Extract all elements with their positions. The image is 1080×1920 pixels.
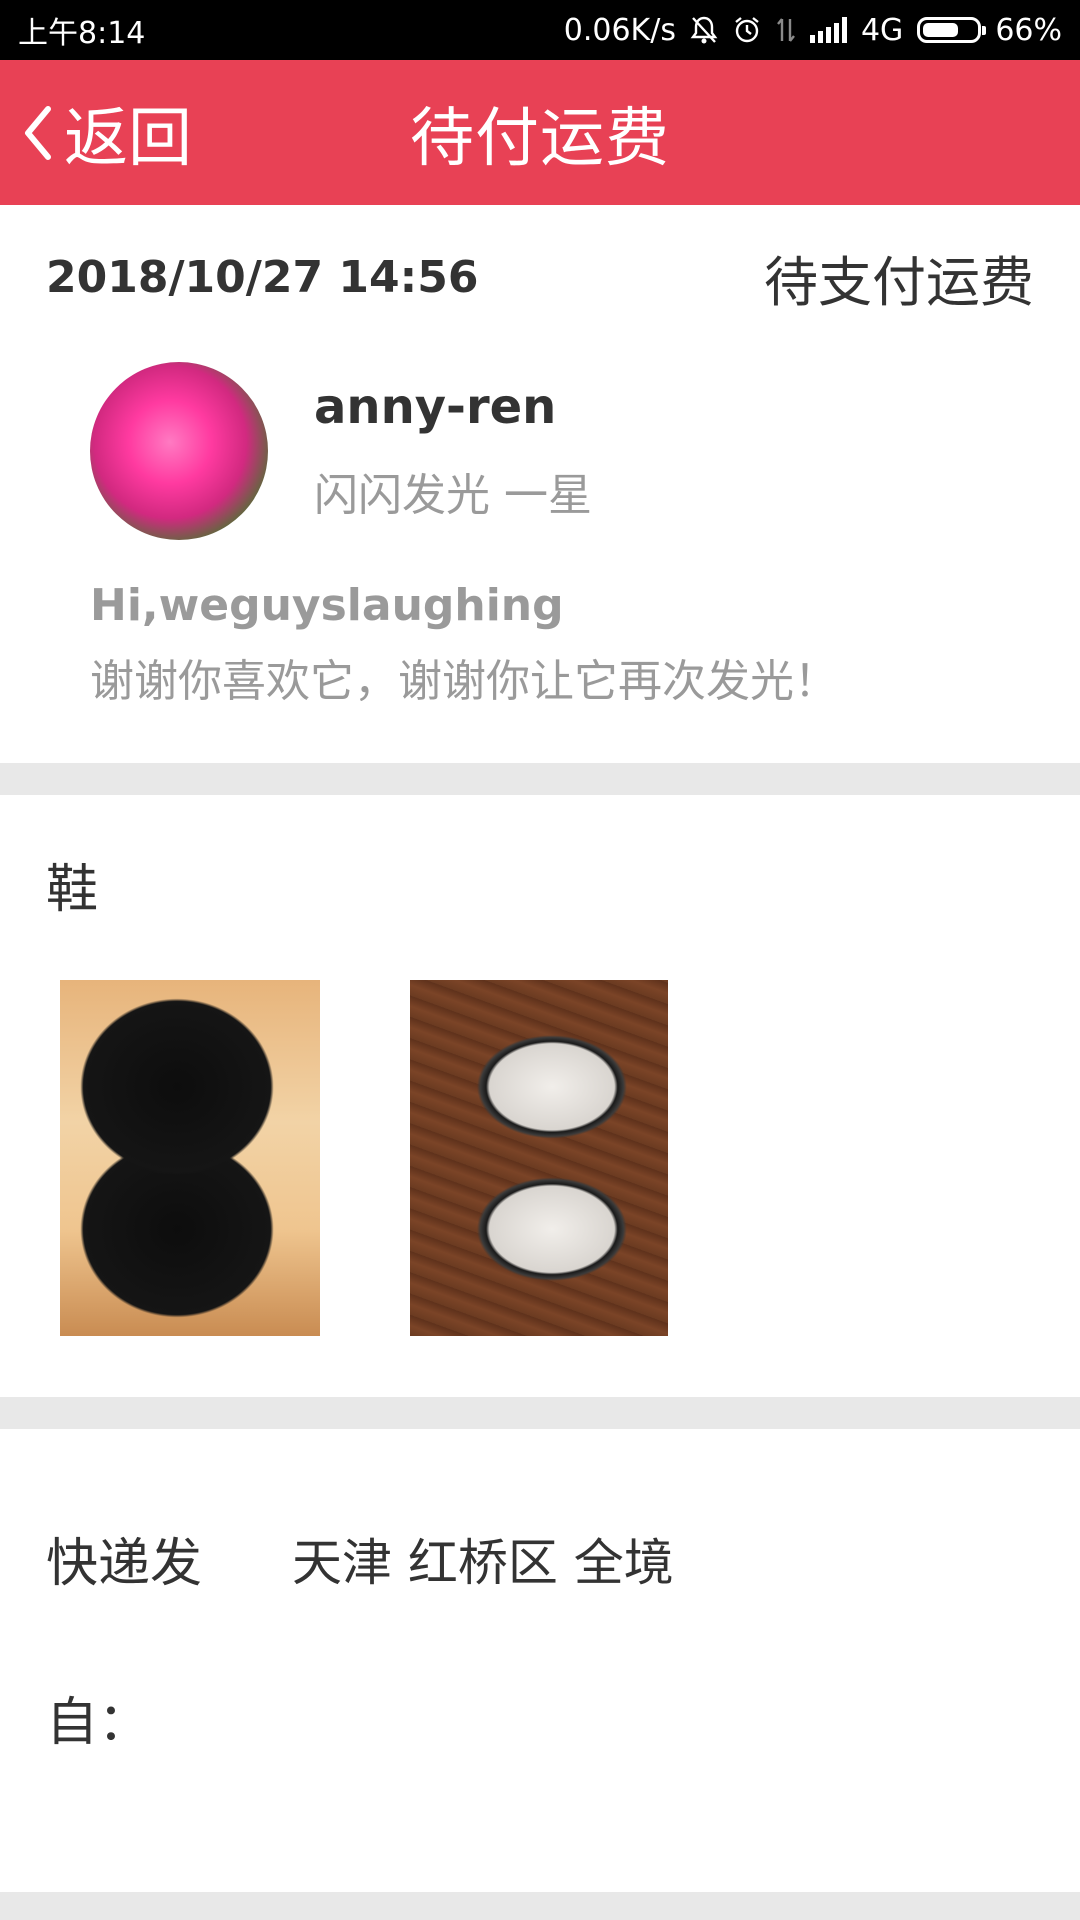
section-divider (0, 1892, 1080, 1920)
mute-bell-icon (690, 15, 718, 45)
order-info-row: 2018/10/27 14:56 待支付运费 (0, 205, 1080, 350)
battery-percent: 66% (995, 12, 1062, 48)
items-section: 鞋 (0, 795, 1080, 1397)
status-time: 上午8:14 (18, 16, 146, 51)
battery-icon (917, 17, 987, 43)
shipping-method-label: 快递发 (46, 1534, 203, 1594)
seller-rank: 闪闪发光 一星 (314, 470, 592, 521)
item-photos (46, 980, 1034, 1336)
order-datetime: 2018/10/27 14:56 (46, 252, 479, 303)
greeting-recipient: Hi,weguyslaughing (90, 580, 564, 631)
item-photo-flats[interactable] (410, 980, 668, 1336)
order-status: 待支付运费 (764, 251, 1034, 314)
app-header: 返回 待付运费 (0, 60, 1080, 205)
status-bar: 上午8:14 0.06K/s 4G 66% (0, 0, 1080, 60)
avatar[interactable] (90, 362, 268, 540)
greeting-message: Hi,weguyslaughing 谢谢你喜欢它，谢谢你让它再次发光！ (0, 580, 1080, 709)
greeting-text: 谢谢你喜欢它，谢谢你让它再次发光！ (90, 656, 838, 707)
section-divider (0, 1397, 1080, 1429)
shipping-section: 快递发 天津 红桥区 全境 自： (0, 1429, 1080, 1755)
item-category: 鞋 (46, 860, 99, 920)
alarm-icon (732, 15, 762, 45)
network-type: 4G (860, 12, 904, 48)
shipping-from-label: 自： (46, 1693, 151, 1753)
item-photo-furry-shoes[interactable] (60, 980, 320, 1336)
page-title: 待付运费 (410, 101, 670, 176)
seller-card[interactable]: anny-ren 闪闪发光 一星 (0, 362, 1080, 540)
section-divider (0, 763, 1080, 795)
data-arrows-icon (776, 15, 796, 45)
net-speed: 0.06K/s (563, 12, 676, 48)
seller-name[interactable]: anny-ren (314, 379, 592, 435)
shipping-address: 天津 红桥区 全境 (292, 1533, 674, 1592)
signal-icon (809, 17, 847, 43)
